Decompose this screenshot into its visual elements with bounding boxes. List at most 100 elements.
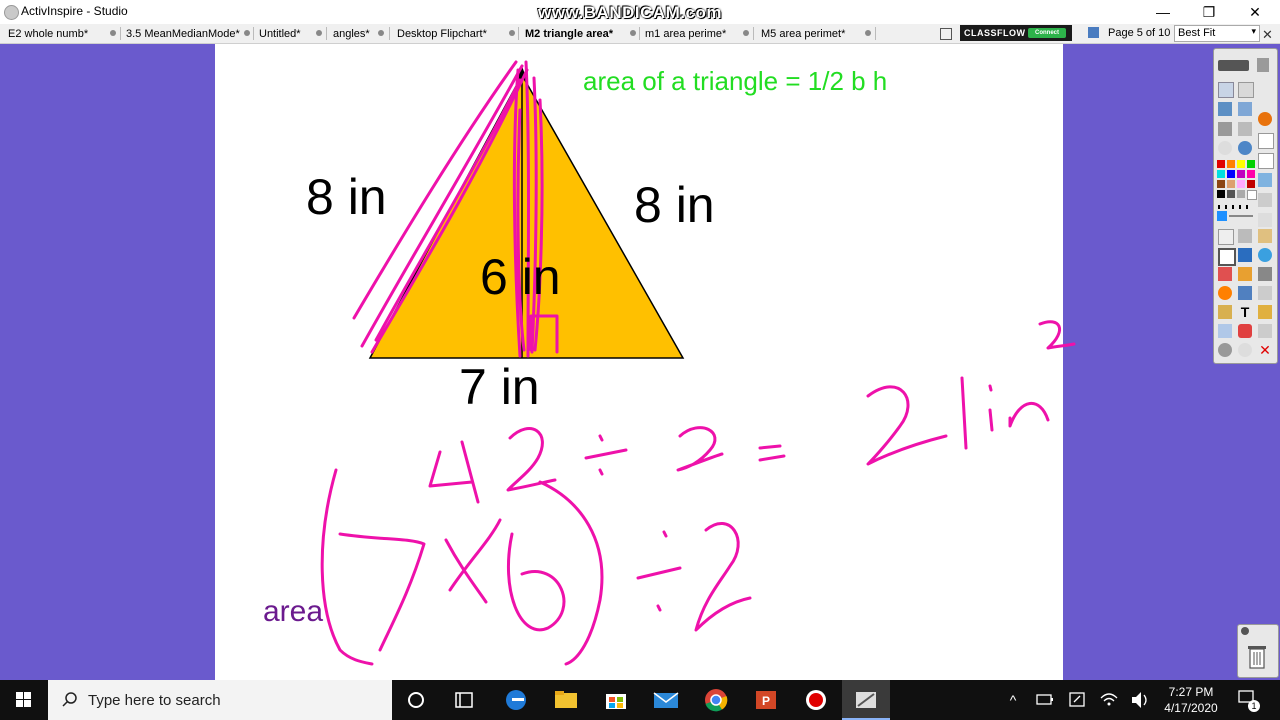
color-swatch-black[interactable] <box>1217 190 1225 198</box>
color-swatch-brown[interactable] <box>1217 180 1225 188</box>
color-swatch-light-pink[interactable] <box>1237 180 1245 188</box>
save-icon[interactable] <box>1238 122 1252 136</box>
select-tool-icon[interactable] <box>1218 229 1234 245</box>
tab-close-icon[interactable] <box>509 30 515 36</box>
main-menu-icon[interactable] <box>1218 82 1234 98</box>
pen-width-slider-thumb[interactable] <box>1217 211 1227 221</box>
clear-icon[interactable] <box>1238 324 1252 338</box>
cortana-icon[interactable] <box>392 680 440 720</box>
tab-close-icon[interactable] <box>244 30 250 36</box>
extra-tool-icon[interactable] <box>1258 213 1272 227</box>
page-browser-icon[interactable] <box>1088 27 1099 38</box>
resource-library-icon[interactable] <box>1218 102 1232 116</box>
task-view-icon[interactable] <box>440 680 488 720</box>
color-swatch-gray[interactable] <box>1237 190 1245 198</box>
taskbar-search-box[interactable]: Type here to search <box>48 680 392 720</box>
toolbox-menu-button[interactable] <box>1218 60 1249 71</box>
camera-tool-icon[interactable] <box>1258 267 1272 281</box>
close-flipchart-icon[interactable]: ✕ <box>1262 27 1273 43</box>
fill-tool-icon[interactable] <box>1238 267 1252 281</box>
pen-options-icon[interactable] <box>1258 193 1272 207</box>
edge-browser-icon[interactable] <box>492 680 540 720</box>
magic-ink-icon[interactable] <box>1258 229 1272 243</box>
color-swatch-red[interactable] <box>1217 160 1225 168</box>
chrome-icon[interactable] <box>692 680 740 720</box>
property-browser-icon[interactable] <box>1238 102 1252 116</box>
battery-icon[interactable] <box>1034 680 1056 720</box>
tab-close-icon[interactable] <box>865 30 871 36</box>
previous-page-icon[interactable] <box>1218 141 1232 155</box>
microsoft-store-icon[interactable] <box>592 680 640 720</box>
close-button[interactable]: ✕ <box>1232 0 1278 24</box>
tab-m2-triangle-area[interactable]: M2 triangle area* <box>525 26 613 42</box>
undo-icon[interactable] <box>1218 343 1232 357</box>
tab-angles[interactable]: angles* <box>333 26 370 42</box>
eraser-tool-icon[interactable] <box>1218 267 1232 281</box>
windows-start-icon[interactable] <box>0 680 48 720</box>
network-status-icon[interactable] <box>1066 680 1088 720</box>
connector-tool-icon[interactable] <box>1258 248 1272 262</box>
color-swatch-tan[interactable] <box>1227 180 1235 188</box>
line-tool-icon[interactable] <box>1238 286 1252 300</box>
next-page-icon[interactable] <box>1238 141 1252 155</box>
text-tool-icon[interactable]: T <box>1238 305 1252 319</box>
flipchart-page[interactable] <box>215 44 1063 680</box>
tab-e2-whole-numb[interactable]: E2 whole numb* <box>8 26 88 42</box>
classflow-connect-button[interactable]: Connect <box>1028 28 1066 38</box>
trash-can-icon[interactable] <box>1247 643 1267 669</box>
color-swatch-cyan[interactable] <box>1217 170 1225 178</box>
color-swatch-green[interactable] <box>1247 160 1255 168</box>
zoom-select[interactable]: Best Fit ▾ <box>1174 25 1260 42</box>
color-swatch-purple[interactable] <box>1237 170 1245 178</box>
tab-close-icon[interactable] <box>110 30 116 36</box>
color-swatch-dark-gray[interactable] <box>1227 190 1235 198</box>
image-tool-icon[interactable] <box>1258 173 1272 187</box>
browsers-icon[interactable] <box>1238 82 1254 98</box>
handwriting-tool-icon[interactable] <box>1218 324 1232 338</box>
show-hidden-icons-chevron[interactable]: ^ <box>1004 680 1022 720</box>
tab-list-icon[interactable] <box>940 28 952 40</box>
system-clock[interactable]: 7:27 PM 4/17/2020 <box>1158 684 1224 716</box>
tab-close-icon[interactable] <box>316 30 322 36</box>
revealer-icon[interactable] <box>1258 286 1272 300</box>
color-swatch-yellow[interactable] <box>1237 160 1245 168</box>
wifi-icon[interactable] <box>1098 680 1120 720</box>
toolbox-dock-icon[interactable] <box>1257 58 1269 72</box>
bandicam-record-icon[interactable] <box>792 680 840 720</box>
tab-desktop-flipchart[interactable]: Desktop Flipchart* <box>397 26 487 42</box>
shape-tool-icon[interactable] <box>1218 286 1232 300</box>
tab-mean-median-mode[interactable]: 3.5 MeanMedianMode* <box>126 26 240 42</box>
tab-close-icon[interactable] <box>743 30 749 36</box>
tab-close-icon[interactable] <box>630 30 636 36</box>
object-browser-icon[interactable] <box>1258 112 1272 126</box>
edit-tool-icon[interactable] <box>1238 229 1252 243</box>
print-icon[interactable] <box>1218 122 1232 136</box>
pen-width-dots[interactable] <box>1218 205 1252 209</box>
color-swatch-blue[interactable] <box>1227 170 1235 178</box>
color-swatch-pink[interactable] <box>1247 170 1255 178</box>
tab-m1-area-perime[interactable]: m1 area perime* <box>645 26 726 42</box>
redo-icon[interactable] <box>1238 343 1252 357</box>
clip-tool-icon[interactable] <box>1218 305 1232 319</box>
reset-page-icon[interactable] <box>1258 324 1272 338</box>
powerpoint-icon[interactable]: P <box>742 680 790 720</box>
volume-icon[interactable] <box>1128 680 1152 720</box>
activinspire-taskbar-icon[interactable] <box>842 680 890 720</box>
new-page-icon[interactable] <box>1258 133 1274 149</box>
page-icon[interactable] <box>1258 153 1274 169</box>
file-explorer-icon[interactable] <box>542 680 590 720</box>
color-swatch-dark-red[interactable] <box>1247 180 1255 188</box>
pen-width-slider[interactable] <box>1229 215 1253 217</box>
trash-panel-toggle-icon[interactable] <box>1241 627 1249 635</box>
spotlight-icon[interactable] <box>1258 305 1272 319</box>
minimize-button[interactable]: — <box>1140 0 1186 24</box>
pen-tool-icon[interactable] <box>1218 248 1236 266</box>
classflow-connect[interactable]: CLASSFLOW Connect <box>960 25 1072 41</box>
highlighter-tool-icon[interactable] <box>1238 248 1252 262</box>
tab-untitled[interactable]: Untitled* <box>259 26 301 42</box>
tab-close-icon[interactable] <box>378 30 384 36</box>
exit-icon[interactable]: ✕ <box>1258 343 1272 357</box>
color-swatch-white[interactable] <box>1247 190 1257 200</box>
restore-button[interactable]: ❐ <box>1186 0 1232 24</box>
mail-icon[interactable] <box>642 680 690 720</box>
